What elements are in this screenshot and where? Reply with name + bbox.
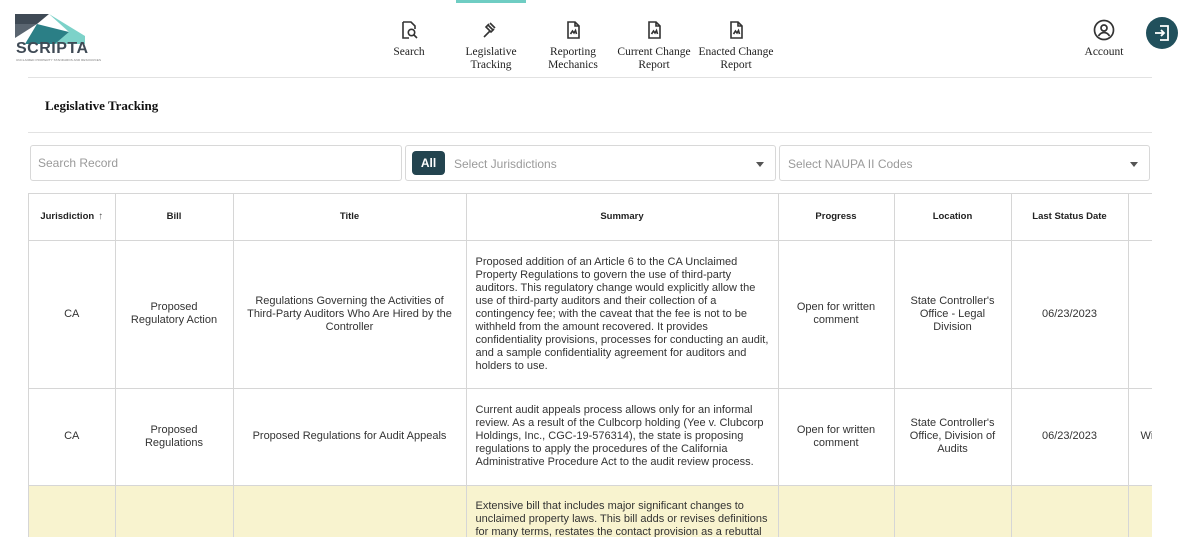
active-indicator [456,0,526,3]
logout-icon [1155,25,1169,41]
jurisdictions-placeholder: Select Jurisdictions [454,157,557,171]
account-button[interactable]: Account [1080,0,1128,76]
col-bill[interactable]: Bill [115,194,234,241]
cell-bill: Proposed Regulations [115,388,234,486]
table-row[interactable]: CA Proposed Regulatory Action Regulation… [29,240,1152,389]
cell-summary: Proposed addition of an Article 6 to the… [466,240,779,389]
nav-reporting-label: Reporting Mechanics [548,46,598,71]
search-document-icon [402,21,418,39]
cell-summary: Current audit appeals process allows onl… [466,388,779,486]
nav-search[interactable]: Search [388,0,430,76]
col-title[interactable]: Title [233,194,467,241]
col-extra [1128,194,1152,241]
scripta-logo[interactable]: SCRIPTA UNCLAIMED PROPERTY STANDARDS AND… [15,14,101,64]
nav-enacted-change-report[interactable]: Enacted Change Report [698,0,774,76]
chevron-down-icon[interactable] [756,162,764,167]
brand-name: SCRIPTA [16,40,89,57]
account-label: Account [1084,46,1124,58]
header-divider [28,77,1152,78]
cell-progress [778,485,895,537]
document-icon [730,21,743,39]
cell-progress: Open for written comment [778,240,895,389]
legislation-table: Jurisdiction ↑ Bill Title Summary Progres… [28,193,1152,537]
col-jurisdiction[interactable]: Jurisdiction ↑ [29,194,116,241]
cell-extra: Wi [1128,388,1152,486]
jurisdictions-select[interactable]: All Select Jurisdictions [405,145,776,181]
nav-reporting-mechanics[interactable]: Reporting Mechanics [540,0,606,76]
app-header: SCRIPTA UNCLAIMED PROPERTY STANDARDS AND… [0,0,1178,78]
document-icon [648,21,661,39]
page-title: Legislative Tracking [45,98,159,113]
all-chip[interactable]: All [412,151,445,175]
cell-jurisdiction: CA [29,240,116,389]
nav-current-change-report[interactable]: Current Change Report [616,0,692,76]
nav-current-label: Current Change Report [617,46,691,71]
col-last-status-date[interactable]: Last Status Date [1011,194,1129,241]
cell-title [233,485,467,537]
table-row[interactable]: CA Proposed Regulations Proposed Regulat… [29,388,1152,486]
logout-button[interactable] [1146,17,1178,49]
cell-summary: Extensive bill that includes major signi… [466,485,779,537]
user-circle-icon [1093,19,1115,41]
naupa-codes-select[interactable]: Select NAUPA II Codes [779,145,1150,181]
nav-enacted-label: Enacted Change Report [698,46,774,71]
col-summary[interactable]: Summary [466,194,779,241]
cell-title: Proposed Regulations for Audit Appeals [233,388,467,486]
cell-date: 06/23/2023 [1011,388,1129,486]
cell-jurisdiction: CA [29,388,116,486]
col-progress[interactable]: Progress [778,194,895,241]
cell-progress: Open for written comment [778,388,895,486]
cell-location [894,485,1012,537]
cell-bill: Proposed Regulatory Action [115,240,234,389]
cell-date: 06/23/2023 [1011,240,1129,389]
col-location[interactable]: Location [894,194,1012,241]
cell-jurisdiction [29,485,116,537]
nav-search-label: Search [393,46,425,58]
nav-legislative-label: Legislative Tracking [465,46,517,71]
nav-legislative-tracking[interactable]: Legislative Tracking [456,0,526,76]
gavel-icon [483,22,496,38]
search-record-box[interactable] [30,145,402,181]
cell-extra [1128,485,1152,537]
document-icon [567,21,580,39]
table-row[interactable]: Extensive bill that includes major signi… [29,485,1152,537]
cell-location: State Controller's Office - Legal Divisi… [894,240,1012,389]
table-header-row: Jurisdiction ↑ Bill Title Summary Progres… [29,194,1152,241]
chevron-down-icon[interactable] [1130,162,1138,167]
cell-date [1011,485,1129,537]
cell-location: State Controller's Office, Division of A… [894,388,1012,486]
cell-title: Regulations Governing the Activities of … [233,240,467,389]
cell-extra [1128,240,1152,389]
naupa-placeholder: Select NAUPA II Codes [788,157,913,171]
arrow-up-icon[interactable]: ↑ [98,211,103,222]
search-input[interactable] [31,146,401,180]
title-divider [28,132,1152,133]
cell-bill [115,485,234,537]
col-jurisdiction-label: Jurisdiction [40,211,95,223]
brand-tagline: UNCLAIMED PROPERTY STANDARDS AND RESOURC… [16,58,102,62]
